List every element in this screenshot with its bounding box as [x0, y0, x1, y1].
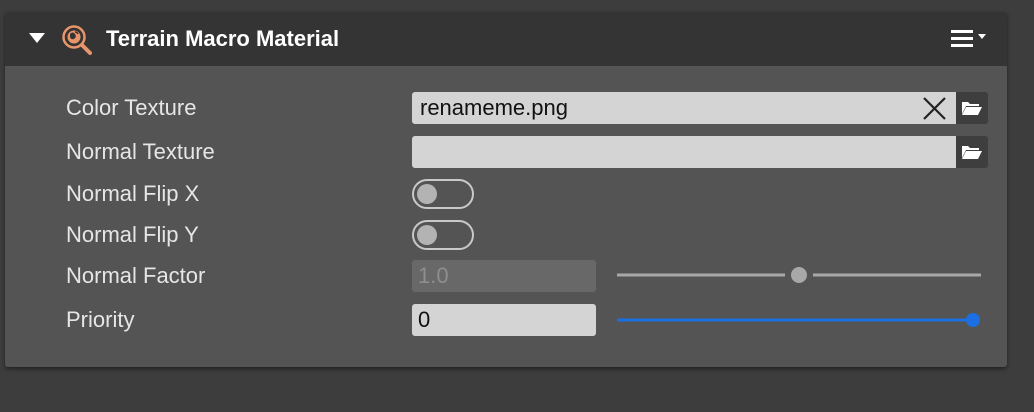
normal-flip-x-label: Normal Flip X	[66, 181, 200, 206]
collapse-arrow-icon[interactable]	[29, 33, 45, 43]
component-card: Terrain Macro Material Color Texture ren…	[5, 12, 1007, 367]
normal-flip-y-toggle[interactable]	[412, 220, 474, 250]
browse-color-texture-button[interactable]	[956, 92, 988, 124]
normal-factor-slider[interactable]	[617, 265, 981, 285]
normal-flip-y-label: Normal Flip Y	[66, 222, 199, 247]
normal-factor-label: Normal Factor	[66, 263, 206, 288]
priority-slider[interactable]	[617, 310, 981, 330]
normal-texture-field[interactable]	[412, 136, 956, 168]
color-texture-label: Color Texture	[66, 95, 197, 120]
component-title: Terrain Macro Material	[106, 26, 340, 51]
slider-thumb	[791, 267, 807, 283]
normal-factor-input[interactable]	[412, 260, 596, 292]
priority-input[interactable]	[412, 304, 596, 336]
normal-texture-label: Normal Texture	[66, 139, 215, 164]
toggle-knob	[417, 184, 437, 204]
folder-icon	[962, 146, 982, 159]
terrain-globe-search-icon	[62, 25, 92, 55]
folder-icon	[962, 102, 982, 115]
clear-texture-button[interactable]	[919, 93, 951, 125]
close-icon	[923, 97, 946, 120]
color-texture-field[interactable]: renameme.png	[412, 92, 956, 124]
component-header: Terrain Macro Material	[5, 12, 1007, 66]
slider-thumb	[966, 313, 980, 327]
component-menu-button[interactable]	[949, 26, 991, 52]
priority-label: Priority	[66, 307, 135, 332]
toggle-knob	[417, 225, 437, 245]
browse-normal-texture-button[interactable]	[956, 136, 988, 168]
normal-flip-x-toggle[interactable]	[412, 179, 474, 209]
